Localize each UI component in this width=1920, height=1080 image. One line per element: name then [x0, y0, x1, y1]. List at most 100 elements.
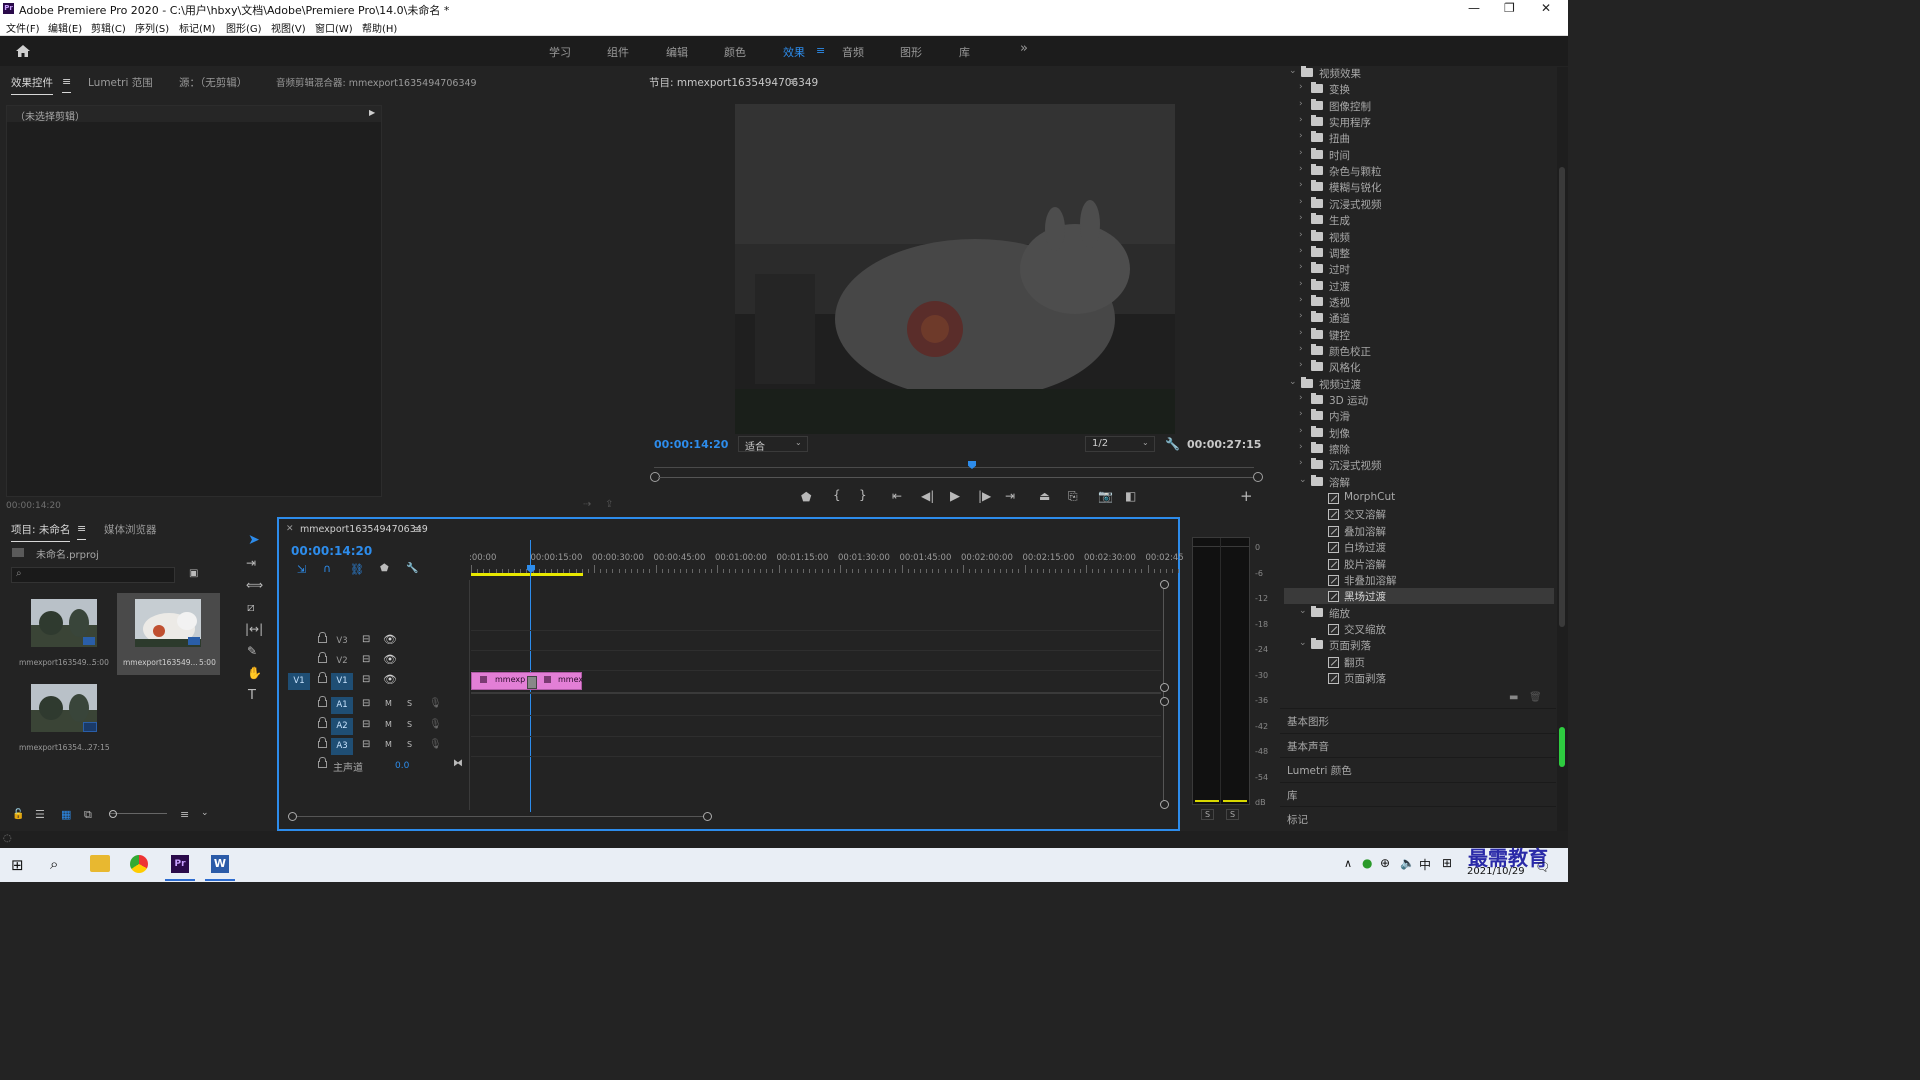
effects-subfolder[interactable]: › 擦除	[1284, 441, 1554, 457]
microphone-icon[interactable]: 🎙	[429, 698, 442, 709]
workspace-overflow-icon[interactable]: »	[1020, 41, 1028, 56]
effect-item[interactable]: 白场过渡	[1284, 539, 1554, 555]
menu-clip[interactable]: 剪辑(C)	[91, 20, 126, 35]
tab-lumetri-scopes[interactable]: Lumetri 范围	[88, 75, 153, 90]
lock-icon[interactable]	[318, 652, 327, 663]
chevron-right-icon[interactable]: ›	[1299, 148, 1303, 158]
effects-subfolder[interactable]: › 过渡	[1284, 278, 1554, 294]
fit-dropdown[interactable]: 适合 ⌄	[738, 436, 808, 453]
sync-lock-icon[interactable]: ⊟	[362, 674, 370, 685]
timeline-settings-icon[interactable]: 🔧	[406, 563, 418, 574]
chevron-right-icon[interactable]: ›	[1299, 279, 1303, 289]
effect-item[interactable]: 叠加溶解	[1284, 523, 1554, 539]
panel-libraries[interactable]: 库	[1280, 782, 1556, 805]
mark-out-icon[interactable]: }	[859, 488, 867, 502]
chevron-right-icon[interactable]: ›	[1299, 230, 1303, 240]
effects-subfolder[interactable]: › 时间	[1284, 147, 1554, 163]
tray-expand-icon[interactable]: ∧	[1344, 857, 1352, 870]
effects-subfolder[interactable]: › 调整	[1284, 245, 1554, 261]
mute-button[interactable]: M	[385, 720, 392, 729]
mute-button[interactable]: M	[385, 699, 392, 708]
effects-subfolder[interactable]: › 颜色校正	[1284, 343, 1554, 359]
slip-tool-icon[interactable]: |↔|	[245, 622, 263, 636]
effects-subfolder[interactable]: › 通道	[1284, 310, 1554, 326]
chevron-down-icon[interactable]: ⌄	[1289, 66, 1297, 76]
add-marker-icon[interactable]: ⬟	[380, 563, 389, 574]
razor-tool-icon[interactable]: ⧄	[247, 600, 255, 615]
menu-sequence[interactable]: 序列(S)	[135, 20, 169, 35]
chevron-right-icon[interactable]: ›	[1299, 328, 1303, 338]
project-item[interactable]: mmexport163549... 5:00	[12, 593, 112, 675]
horizontal-zoom-bar[interactable]	[290, 816, 710, 817]
effect-item[interactable]: 胶片溶解	[1284, 556, 1554, 572]
chevron-right-icon[interactable]: ›	[1299, 82, 1303, 92]
list-view-icon[interactable]: ☰	[35, 808, 45, 821]
track-name[interactable]: V3	[331, 633, 353, 650]
sequence-tab[interactable]: mmexport1635494706349	[300, 524, 428, 535]
lock-icon[interactable]	[318, 737, 327, 748]
menu-help[interactable]: 帮助(H)	[362, 20, 397, 35]
menu-window[interactable]: 窗口(W)	[315, 20, 353, 35]
expand-arrow-icon[interactable]: ▶	[369, 108, 375, 117]
effects-subfolder[interactable]: › 沉浸式视频	[1284, 457, 1554, 473]
selection-tool-icon[interactable]: ➤	[248, 532, 260, 548]
sort-dropdown-icon[interactable]: ⌄	[201, 808, 209, 818]
ime-indicator[interactable]: 中	[1419, 856, 1431, 873]
video-clip-group[interactable]: mmexp mmex	[471, 672, 583, 690]
menu-graphics[interactable]: 图形(G)	[226, 20, 262, 35]
sort-icon[interactable]: ≡	[180, 808, 189, 821]
chevron-right-icon[interactable]: ›	[1299, 99, 1303, 109]
effects-folder-video-effects[interactable]: ⌄ 视频效果	[1284, 65, 1554, 81]
workspace-audio[interactable]: 音频	[842, 44, 864, 60]
effect-item[interactable]: 黑场过渡	[1284, 588, 1554, 605]
chevron-right-icon[interactable]: ›	[1299, 295, 1303, 305]
panel-menu-icon[interactable]: ≡	[62, 75, 72, 93]
export-frame-icon[interactable]: 📷	[1098, 489, 1113, 503]
premiere-taskbar-icon[interactable]: Pr	[171, 855, 189, 873]
sequence-menu-icon[interactable]: ≡	[413, 523, 422, 536]
notification-icon[interactable]: 🗨	[1535, 860, 1550, 874]
filter-icon[interactable]: ⇢	[583, 499, 591, 510]
program-scrubber[interactable]	[650, 461, 1260, 473]
sync-lock-icon[interactable]: ⊟	[362, 698, 370, 709]
pen-tool-icon[interactable]: ✎	[247, 644, 257, 658]
effects-subfolder[interactable]: › 键控	[1284, 327, 1554, 343]
eye-icon[interactable]: 👁	[383, 653, 397, 666]
effect-item[interactable]: 页面剥落	[1284, 670, 1554, 686]
source-patch-v1[interactable]: V1	[288, 673, 310, 690]
lift-icon[interactable]: ⏏	[1039, 489, 1050, 503]
workspace-assembly[interactable]: 组件	[607, 44, 629, 60]
close-sequence-icon[interactable]: ✕	[286, 524, 294, 534]
new-bin-from-search-icon[interactable]: ▣	[189, 568, 198, 579]
go-to-end-icon[interactable]: ⧓	[453, 758, 463, 769]
mute-button[interactable]: M	[385, 740, 392, 749]
effects-subfolder[interactable]: › 沉浸式视频	[1284, 196, 1554, 212]
panel-markers[interactable]: 标记	[1280, 806, 1556, 829]
wrench-icon[interactable]: 🔧	[1165, 437, 1180, 451]
freeform-view-icon[interactable]: ⧉	[84, 808, 92, 822]
zoom-handle[interactable]	[1160, 697, 1169, 706]
chevron-right-icon[interactable]: ›	[1299, 164, 1303, 174]
lock-icon[interactable]	[318, 672, 327, 683]
maximize-icon[interactable]: ❐	[1504, 1, 1515, 15]
zoom-handle[interactable]	[1160, 800, 1169, 809]
project-item[interactable]: mmexport16354... 27:15	[12, 678, 112, 760]
effects-folder-dissolve[interactable]: ⌄ 溶解	[1284, 474, 1554, 490]
master-volume-value[interactable]: 0.0	[395, 761, 409, 771]
workspace-effects[interactable]: 效果	[783, 44, 805, 60]
solo-button[interactable]: S	[407, 720, 412, 729]
tab-project[interactable]: 项目: 未命名	[11, 522, 71, 542]
export-icon[interactable]: ⇪	[605, 499, 613, 510]
effects-subfolder[interactable]: › 过时	[1284, 261, 1554, 277]
chevron-down-icon[interactable]: ⌄	[1299, 606, 1307, 616]
menu-edit[interactable]: 编辑(E)	[48, 20, 82, 35]
zoom-slider[interactable]	[109, 810, 167, 818]
chevron-right-icon[interactable]: ›	[1299, 393, 1303, 403]
zoom-bar[interactable]	[658, 477, 1253, 478]
chevron-down-icon[interactable]: ⌄	[1289, 377, 1297, 387]
panel-lumetri-color[interactable]: Lumetri 颜色	[1280, 757, 1556, 780]
chevron-right-icon[interactable]: ›	[1299, 409, 1303, 419]
panel-essential-graphics[interactable]: 基本图形	[1280, 708, 1556, 731]
timeline-timecode[interactable]: 00:00:14:20	[291, 544, 372, 558]
zoom-slider-handle[interactable]	[109, 810, 117, 818]
